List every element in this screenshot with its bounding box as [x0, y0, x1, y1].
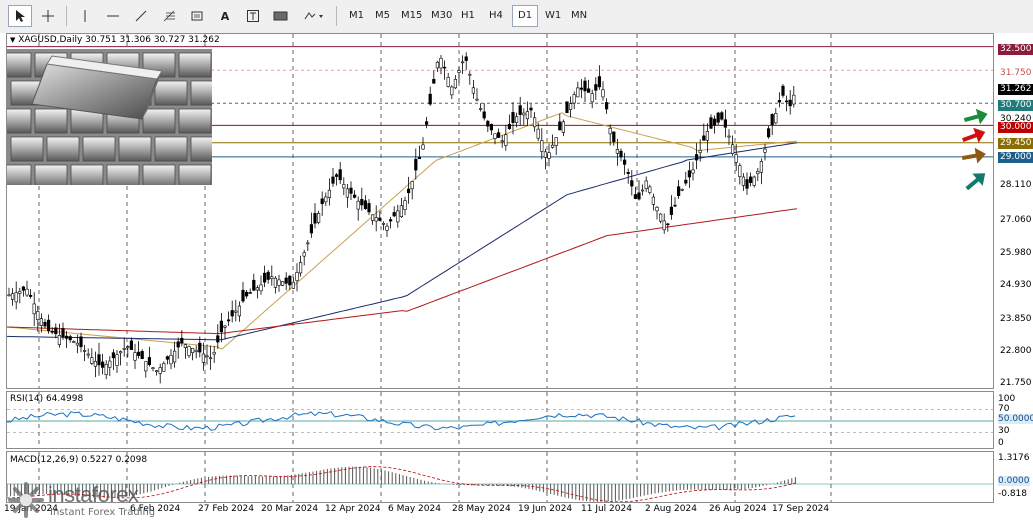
date-axis-label: 12 Apr 2024: [325, 504, 381, 514]
rsi-axis-label: 50.0000: [998, 414, 1033, 424]
symbol-header: ▼ XAGUSD,Daily 30.751 31.306 30.727 31.2…: [10, 35, 220, 45]
rsi-pane[interactable]: [6, 391, 994, 449]
date-axis-label: 17 Sep 2024: [772, 504, 830, 514]
cursor-icon[interactable]: [8, 5, 32, 27]
date-axis-label: 28 May 2024: [452, 504, 511, 514]
timeframe-d1[interactable]: D1: [512, 5, 539, 27]
date-axis-label: 20 Mar 2024: [261, 504, 319, 514]
timeframe-h1[interactable]: H1: [456, 5, 480, 27]
shapes-dropdown-icon[interactable]: [300, 5, 330, 27]
rsi-axis-label: 100: [998, 394, 1016, 404]
date-axis-label: 19 Jun 2024: [518, 504, 573, 514]
horizontal-line-icon[interactable]: [102, 5, 124, 27]
rsi-axis-label: 0: [998, 438, 1004, 448]
timeframe-w1[interactable]: W1: [540, 5, 566, 27]
price-axis-label: 28.110: [998, 180, 1033, 191]
vertical-line-icon[interactable]: [74, 5, 96, 27]
price-axis-label: 30.000: [998, 122, 1033, 133]
instaforex-tagline: Instant Forex Trading: [50, 507, 156, 518]
text-icon[interactable]: A: [214, 5, 236, 27]
macd-axis-label: 1.3176: [998, 453, 1030, 463]
price-axis-label: 32.500: [998, 44, 1033, 55]
price-axis-label: 31.750: [998, 68, 1033, 79]
rectangle-icon[interactable]: [270, 5, 292, 27]
date-axis-label: 27 Feb 2024: [198, 504, 255, 514]
price-axis-label: 30.700: [998, 100, 1033, 111]
price-axis-label: 27.060: [998, 215, 1033, 226]
timeframe-mn[interactable]: MN: [566, 5, 592, 27]
text-label-icon[interactable]: [242, 5, 264, 27]
timeframe-m1[interactable]: M1: [344, 5, 369, 27]
crosshair-icon[interactable]: [36, 5, 60, 27]
silver-bars-image: [7, 49, 212, 185]
price-axis-label: 23.850: [998, 314, 1033, 325]
toolbar: A M1 M5 M15 M30 H1 H4 D1 W1 MN: [0, 0, 1033, 34]
trend-line-icon[interactable]: [130, 5, 152, 27]
macd-legend: MACD(12,26,9) 0.5227 0.2098: [10, 455, 148, 465]
fibonacci-icon[interactable]: [158, 5, 180, 27]
timeframe-h4[interactable]: H4: [484, 5, 508, 27]
instaforex-brand: instaforex: [48, 482, 139, 507]
price-axis-label: 24.930: [998, 280, 1033, 291]
chevron-down-icon[interactable]: ▼: [10, 36, 15, 44]
price-axis-label: 29.000: [998, 152, 1033, 163]
timeframe-m5[interactable]: M5: [370, 5, 395, 27]
timeframe-m30[interactable]: M30: [426, 5, 457, 27]
price-axis-label: 29.450: [998, 138, 1033, 149]
price-axis-label: 31.262: [998, 84, 1033, 95]
rsi-axis-label: 70: [998, 404, 1010, 414]
rsi-axis-label: 30: [998, 426, 1010, 436]
macd-axis-label: 0.0000: [998, 476, 1030, 486]
date-axis-label: 26 Aug 2024: [709, 504, 767, 514]
instaforex-logo-icon: [8, 482, 44, 518]
date-axis-label: 11 Jul 2024: [581, 504, 632, 514]
macd-axis-label: -0.818: [998, 489, 1028, 499]
rsi-legend: RSI(14) 64.4998: [10, 394, 84, 404]
price-axis-label: 25.980: [998, 248, 1033, 259]
price-axis-label: 21.750: [998, 378, 1033, 389]
symbol-header-text: XAGUSD,Daily 30.751 31.306 30.727 31.262: [18, 35, 220, 45]
timeframe-m15[interactable]: M15: [396, 5, 427, 27]
channel-icon[interactable]: [186, 5, 208, 27]
date-axis-label: 2 Aug 2024: [645, 504, 697, 514]
instaforex-watermark: instaforex Instant Forex Trading: [6, 480, 181, 520]
date-axis-label: 6 May 2024: [388, 504, 441, 514]
price-axis-label: 22.800: [998, 346, 1033, 357]
